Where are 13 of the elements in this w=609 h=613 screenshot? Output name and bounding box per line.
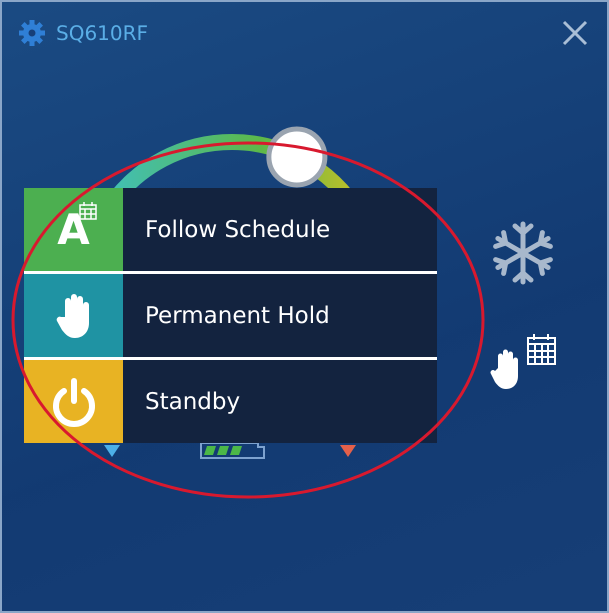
heat-marker-icon bbox=[340, 445, 356, 457]
window-title: SQ610RF bbox=[56, 21, 150, 45]
dial-thumb[interactable] bbox=[266, 126, 328, 188]
power-icon bbox=[50, 376, 96, 426]
battery-icon bbox=[200, 442, 265, 459]
menu-item[interactable]: Permanent Hold bbox=[24, 274, 437, 357]
menu-item[interactable]: Standby bbox=[24, 360, 437, 443]
menu-item[interactable]: A Follow Schedule bbox=[24, 188, 437, 271]
close-button[interactable] bbox=[561, 19, 589, 47]
auto-letter: A bbox=[57, 208, 90, 250]
snowflake-icon[interactable] bbox=[490, 220, 556, 286]
cool-marker-icon bbox=[104, 445, 120, 457]
settings-icon[interactable] bbox=[18, 19, 46, 47]
